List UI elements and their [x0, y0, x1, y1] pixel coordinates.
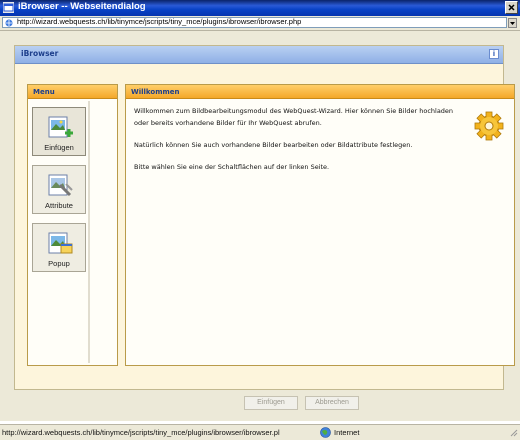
menu-item-label: Popup — [48, 259, 70, 268]
panel-header: iBrowser i — [15, 46, 503, 64]
welcome-paragraph: Willkommen zum Bildbearbeitungsmodul des… — [134, 107, 454, 127]
welcome-paragraph: Bitte wählen Sie eine der Schaltflächen … — [134, 163, 330, 171]
panel-title: iBrowser — [21, 49, 59, 58]
window-titlebar: iBrowser -- Webseitendialog — [0, 0, 520, 16]
insert-button[interactable]: Einfügen — [244, 396, 298, 410]
insert-image-icon — [48, 116, 73, 138]
menu-item-attributes[interactable]: Attribute — [32, 165, 86, 214]
url-dropdown-button[interactable] — [508, 18, 517, 28]
menu-item-popup[interactable]: Popup — [32, 223, 86, 272]
window-title: iBrowser -- Webseitendialog — [18, 1, 146, 12]
resize-grip-icon[interactable] — [508, 427, 518, 437]
ie-dialog-icon — [3, 2, 14, 13]
info-icon[interactable]: i — [489, 49, 499, 59]
welcome-header: Willkommen — [126, 85, 514, 99]
url-text: http://wizard.webquests.ch/lib/tinymce/j… — [17, 17, 302, 26]
welcome-box: Willkommen Willkommen zum Bildbearbeitun… — [125, 84, 515, 366]
cancel-button[interactable]: Abbrechen — [305, 396, 359, 410]
gear-icon — [474, 111, 504, 141]
menu-item-insert[interactable]: Einfügen — [32, 107, 86, 156]
globe-icon — [320, 427, 331, 438]
ibrowser-panel: iBrowser i Menu Einfügen Attribute Popup… — [14, 45, 515, 390]
dialog-content: iBrowser i Menu Einfügen Attribute Popup… — [0, 31, 520, 421]
status-text: http://wizard.webquests.ch/lib/tinymce/j… — [2, 428, 280, 437]
chevron-down-icon — [510, 22, 515, 25]
menu-item-label: Attribute — [45, 201, 73, 210]
menu-scrollbar[interactable] — [88, 101, 90, 363]
menu-item-label: Einfügen — [44, 143, 74, 152]
close-button[interactable] — [505, 1, 518, 14]
welcome-text: Willkommen zum Bildbearbeitungsmodul des… — [134, 105, 464, 183]
popup-image-icon — [48, 232, 73, 254]
zone-label: Internet — [334, 428, 360, 437]
menu-header: Menu — [28, 85, 117, 99]
page-icon — [5, 19, 13, 27]
image-attributes-icon — [48, 174, 73, 197]
menu-box: Menu Einfügen Attribute Popup — [27, 84, 118, 366]
close-icon — [508, 4, 515, 11]
url-field[interactable]: http://wizard.webquests.ch/lib/tinymce/j… — [2, 17, 507, 28]
address-bar: http://wizard.webquests.ch/lib/tinymce/j… — [0, 16, 520, 31]
status-bar: http://wizard.webquests.ch/lib/tinymce/j… — [0, 424, 520, 440]
welcome-paragraph: Natürlich können Sie auch vorhandene Bil… — [134, 141, 413, 149]
